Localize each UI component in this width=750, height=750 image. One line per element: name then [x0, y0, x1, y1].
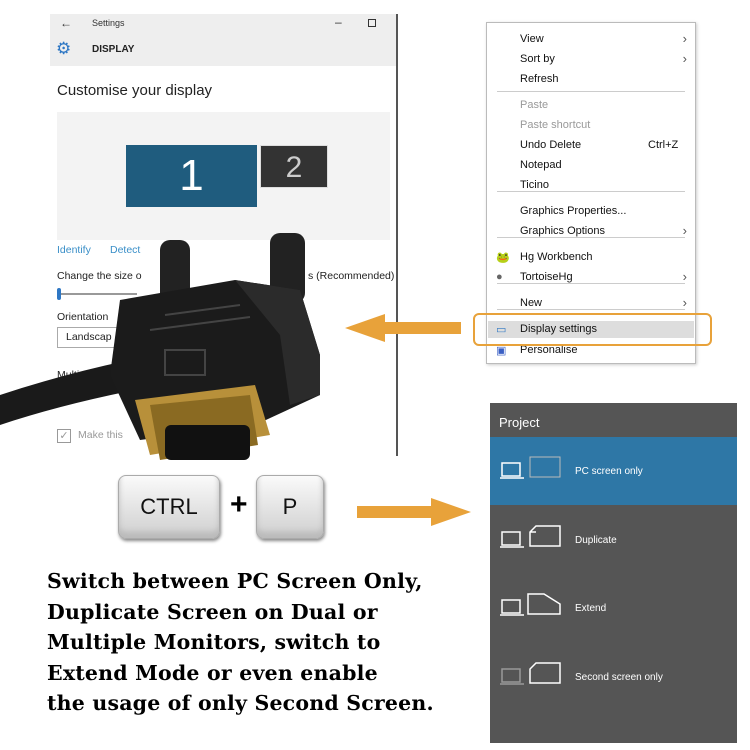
menu-item-label: Notepad	[520, 159, 562, 171]
caption-line: Switch between PC Screen Only,	[47, 569, 423, 593]
caption: Switch between PC Screen Only, Duplicate …	[47, 566, 434, 719]
caption-line: Extend Mode or even enable	[47, 660, 378, 685]
menu-item-paste-shortcut[interactable]: Paste shortcut	[520, 119, 690, 131]
menu-item-hg-workbench[interactable]: 🐸 Hg Workbench	[496, 251, 690, 264]
monitor-1[interactable]: 1	[126, 145, 257, 207]
caption-line: Duplicate Screen on Dual or	[47, 599, 378, 624]
menu-item-label: TortoiseHg	[520, 271, 573, 283]
menu-item-paste[interactable]: Paste	[520, 99, 690, 111]
screen-mode-icon	[500, 661, 561, 685]
window-title: Settings	[92, 18, 125, 28]
caption-line: the usage of only Second Screen.	[47, 691, 434, 715]
title-bar: ← Settings – ✕ ⚙ DISPLAY	[50, 14, 396, 66]
menu-separator	[497, 309, 685, 310]
screen-mode-icon	[500, 593, 561, 616]
menu-item-label: View	[520, 33, 544, 45]
tortoisehg-icon: ●	[496, 271, 503, 283]
menu-item-label: Refresh	[520, 73, 559, 85]
menu-item-refresh[interactable]: Refresh	[520, 73, 690, 85]
project-title: Project	[499, 415, 540, 430]
menu-item-label: Hg Workbench	[520, 251, 593, 263]
shortcut-label: Ctrl+Z	[648, 139, 679, 151]
project-option-label: Extend	[575, 603, 607, 614]
project-option-duplicate[interactable]: Duplicate	[490, 506, 737, 574]
menu-separator	[497, 91, 685, 92]
screen-mode-icon	[500, 524, 561, 548]
chevron-right-icon: ›	[682, 31, 687, 46]
menu-item-label: Undo Delete	[520, 139, 582, 151]
chevron-right-icon: ›	[682, 295, 687, 310]
vga-connector-image	[0, 233, 320, 460]
caption-line: Multiple Monitors, switch to	[47, 630, 381, 654]
arrow-left-icon	[345, 314, 461, 342]
menu-item-notepad[interactable]: Notepad	[520, 159, 690, 171]
menu-item-label: Paste shortcut	[520, 119, 591, 131]
menu-item-new[interactable]: New	[520, 297, 690, 309]
plus-sign: +	[230, 488, 248, 521]
page-title: Customise your display	[57, 82, 213, 99]
menu-item-tortoisehg[interactable]: ● TortoiseHg	[496, 271, 690, 283]
menu-item-undo-delete[interactable]: Undo Delete Ctrl+Z	[520, 139, 690, 151]
p-key: P	[256, 475, 324, 539]
chevron-right-icon: ›	[682, 223, 687, 238]
menu-item-label: Graphics Options	[520, 225, 605, 237]
menu-separator	[497, 237, 685, 238]
menu-separator	[497, 191, 685, 192]
screen-mode-icon	[500, 456, 561, 479]
menu-item-label: Paste	[520, 99, 549, 111]
maximize-button[interactable]	[368, 19, 376, 27]
menu-item-label: Ticino	[520, 179, 549, 191]
menu-item-view[interactable]: View	[520, 33, 690, 45]
menu-item-graphics-properties[interactable]: Graphics Properties...	[520, 205, 690, 217]
project-option-extend[interactable]: Extend	[490, 574, 737, 642]
project-panel: Project PC screen only Duplicate Extend Sec…	[490, 403, 737, 743]
menu-item-sort-by[interactable]: Sort by	[520, 53, 690, 65]
ctrl-key: CTRL	[118, 475, 220, 539]
menu-separator	[497, 283, 685, 284]
section-title: DISPLAY	[92, 44, 135, 55]
menu-item-label: New	[520, 297, 543, 309]
menu-item-label: Sort by	[520, 53, 555, 65]
project-option-label: Duplicate	[575, 534, 617, 546]
menu-item-label: Graphics Properties...	[520, 205, 627, 217]
menu-item-ticino[interactable]: Ticino	[520, 179, 690, 191]
menu-item-graphics-options[interactable]: Graphics Options	[520, 225, 690, 237]
back-arrow-icon[interactable]: ←	[60, 16, 72, 30]
arrow-right-icon	[357, 498, 471, 526]
hg-workbench-icon: 🐸	[496, 252, 510, 264]
project-option-label: Second screen only	[575, 671, 663, 683]
highlight-ring	[473, 313, 712, 346]
monitor-2[interactable]: 2	[260, 145, 328, 188]
project-option-pc-screen-only[interactable]: PC screen only	[490, 437, 737, 505]
gear-icon: ⚙	[56, 39, 72, 58]
chevron-right-icon: ›	[682, 269, 687, 284]
chevron-right-icon: ›	[682, 51, 687, 66]
minimize-button[interactable]: –	[335, 15, 342, 29]
project-option-label: PC screen only	[575, 466, 643, 477]
project-option-second-screen-only[interactable]: Second screen only	[490, 643, 737, 711]
